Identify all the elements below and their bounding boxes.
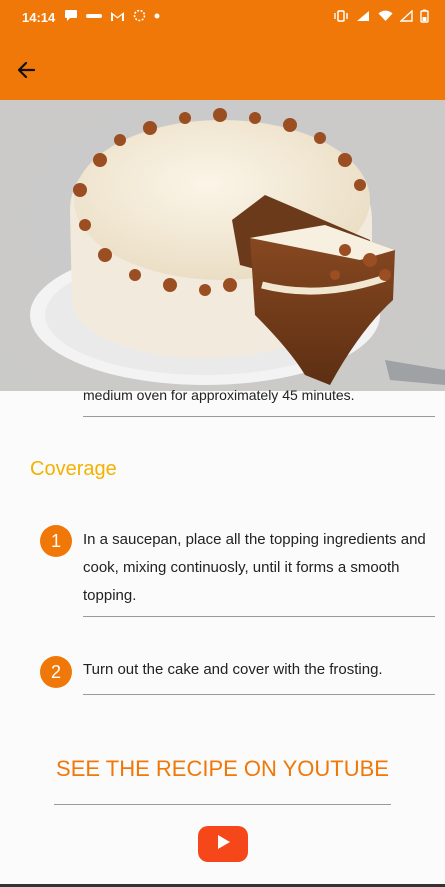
gmail-icon (110, 10, 125, 22)
status-bar: 14:14 (0, 0, 445, 36)
signal-4g-icon (355, 10, 371, 22)
step-number: 2 (40, 656, 72, 688)
vibrate-icon (334, 10, 348, 22)
status-time: 14:14 (22, 10, 56, 25)
divider (83, 616, 435, 617)
previous-step-text: medium oven for approximately 45 minutes… (83, 387, 355, 403)
youtube-button[interactable] (198, 826, 248, 862)
recipe-hero-image (0, 100, 445, 391)
wifi-icon (378, 10, 393, 22)
back-button[interactable] (12, 58, 40, 86)
app-notification-icon (86, 11, 102, 21)
youtube-recipe-link[interactable]: SEE THE RECIPE ON YOUTUBE (0, 756, 445, 782)
step-number: 1 (40, 525, 72, 557)
divider (83, 694, 435, 695)
chat-icon (64, 9, 78, 22)
arrow-left-icon (16, 60, 36, 85)
dot-icon (154, 13, 160, 19)
section-title: Coverage (30, 458, 117, 480)
step-text: Turn out the cake and cover with the fro… (83, 661, 383, 678)
step-text: In a saucepan, place all the topping ing… (83, 531, 426, 604)
battery-icon (420, 9, 429, 23)
sync-icon (133, 9, 146, 22)
play-icon (214, 833, 232, 856)
divider (83, 416, 435, 417)
divider (54, 804, 391, 805)
signal-icon (400, 10, 413, 22)
